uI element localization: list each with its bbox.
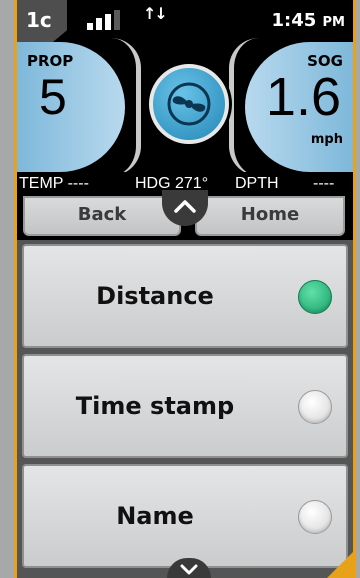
depth-label: DPTH — [235, 175, 279, 192]
prop-gauge-ring — [111, 38, 141, 176]
option-time-stamp[interactable]: Time stamp — [22, 354, 348, 458]
radio-unselected[interactable] — [298, 390, 332, 424]
chevron-down-icon — [180, 564, 198, 575]
option-distance[interactable]: Distance — [22, 244, 348, 348]
chevron-up-icon — [174, 200, 196, 213]
options-list: Distance Time stamp Name — [17, 240, 353, 578]
propeller-button[interactable] — [149, 64, 229, 144]
clock-time: 1:45 — [271, 10, 317, 31]
depth-value: ---- — [313, 175, 335, 192]
sog-gauge-ring — [229, 38, 259, 176]
unit-tab[interactable]: 1c — [17, 0, 67, 42]
home-button[interactable]: Home — [195, 196, 345, 236]
temp-readout: TEMP ---- — [19, 175, 89, 192]
sog-unit: mph — [310, 132, 343, 147]
prop-value: 5 — [39, 69, 67, 125]
propeller-icon — [167, 82, 211, 126]
option-name[interactable]: Name — [22, 464, 348, 568]
clock: 1:45 PM — [271, 10, 345, 31]
gauge-area: PROP 5 SOG 1.6 mph — [17, 38, 353, 176]
device-frame: 1c ↑↓ 1:45 PM PROP 5 SOG 1.6 mph TEMP --… — [14, 0, 356, 578]
clock-period: PM — [322, 15, 345, 30]
status-bar: 1c ↑↓ 1:45 PM — [17, 0, 353, 42]
sog-value: 1.6 — [265, 67, 341, 127]
signal-bars-icon — [87, 10, 125, 30]
nav-bar: Back Home — [17, 190, 353, 240]
option-label: Time stamp — [75, 392, 235, 420]
radio-selected[interactable] — [298, 280, 332, 314]
unit-id: 1c — [26, 8, 52, 32]
option-label: Distance — [96, 282, 214, 310]
frame-corner — [327, 552, 353, 578]
radio-unselected[interactable] — [298, 500, 332, 534]
back-button[interactable]: Back — [23, 196, 181, 236]
data-transfer-icon: ↑↓ — [143, 4, 168, 23]
option-label: Name — [116, 502, 194, 530]
